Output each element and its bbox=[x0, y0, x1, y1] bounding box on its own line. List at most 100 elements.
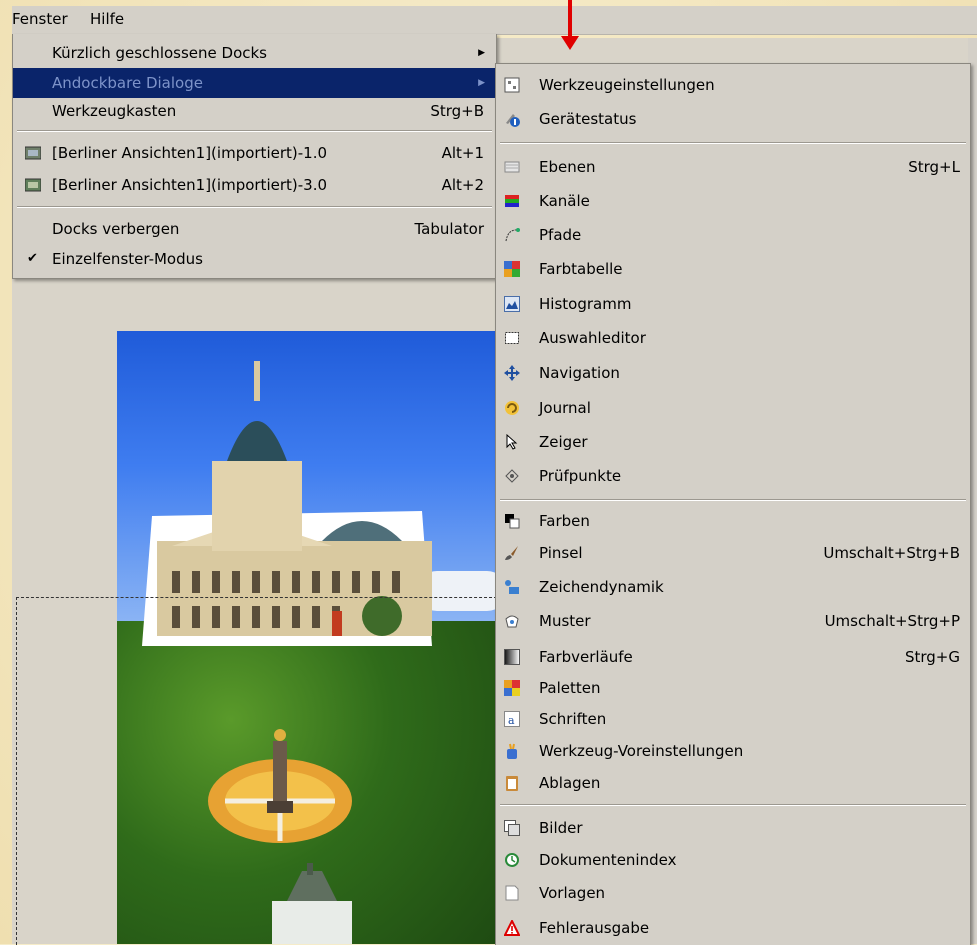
annotation-arrow-head bbox=[561, 36, 579, 50]
menu-item-label: Histogramm bbox=[539, 295, 632, 313]
menu-item-dockable-dialogs[interactable]: Andockbare Dialoge ▶ bbox=[13, 68, 496, 98]
menu-item-error-console[interactable]: Fehlerausgabe bbox=[496, 913, 970, 943]
menu-item-shortcut: Alt+1 bbox=[441, 144, 484, 162]
menu-separator bbox=[500, 804, 966, 806]
menu-item-label: Einzelfenster-Modus bbox=[52, 250, 203, 268]
submenu-arrow-icon: ▶ bbox=[478, 78, 485, 88]
selection-marquee bbox=[16, 597, 497, 945]
menu-item-image-1[interactable]: [Berliner Ansichten1](importiert)-1.0 Al… bbox=[13, 138, 496, 168]
fenster-menu: Kürzlich geschlossene Docks ▶ Andockbare… bbox=[12, 34, 497, 279]
menu-item-paint-dynamics[interactable]: Zeichendynamik bbox=[496, 572, 970, 602]
buffers-icon bbox=[506, 776, 518, 791]
menu-item-tool-presets[interactable]: Werkzeug-Voreinstellungen bbox=[496, 736, 970, 766]
menu-item-single-window-mode[interactable]: ✔ Einzelfenster-Modus bbox=[13, 244, 496, 274]
navigation-icon bbox=[504, 365, 520, 381]
menu-item-label: Ablagen bbox=[539, 774, 601, 792]
menu-item-brushes[interactable]: Pinsel Umschalt+Strg+B bbox=[496, 538, 970, 568]
device-status-icon bbox=[506, 114, 520, 127]
menu-item-templates[interactable]: Vorlagen bbox=[496, 878, 970, 908]
error-console-icon bbox=[504, 920, 520, 936]
menu-item-hide-docks[interactable]: Docks verbergen Tabulator bbox=[13, 214, 496, 244]
menu-separator bbox=[17, 130, 492, 132]
menu-item-tool-options[interactable]: Werkzeugeinstellungen bbox=[496, 70, 970, 100]
menu-item-images[interactable]: Bilder bbox=[496, 813, 970, 843]
menu-fenster[interactable]: Fenster bbox=[12, 10, 68, 28]
menu-item-label: Schriften bbox=[539, 710, 607, 728]
menu-item-undo-history[interactable]: Journal bbox=[496, 393, 970, 423]
menu-item-navigation[interactable]: Navigation bbox=[496, 358, 970, 388]
menu-item-label: Kanäle bbox=[539, 192, 590, 210]
colormap-icon bbox=[504, 261, 520, 277]
menu-item-fonts[interactable]: a Schriften bbox=[496, 704, 970, 734]
menu-item-label: Zeichendynamik bbox=[539, 578, 664, 596]
menu-item-colormap[interactable]: Farbtabelle bbox=[496, 254, 970, 284]
tool-presets-icon bbox=[507, 743, 517, 759]
menu-item-label: Werkzeugkasten bbox=[52, 102, 177, 120]
menu-item-label: Werkzeug-Voreinstellungen bbox=[539, 742, 744, 760]
menu-separator bbox=[17, 206, 492, 208]
paths-icon bbox=[505, 228, 520, 242]
layers-icon bbox=[504, 161, 520, 173]
menu-item-sample-points[interactable]: Prüfpunkte bbox=[496, 461, 970, 491]
menu-item-palettes[interactable]: Paletten bbox=[496, 673, 970, 703]
menubar: Fenster Hilfe bbox=[12, 6, 977, 35]
menu-item-label: Zeiger bbox=[539, 433, 588, 451]
menu-item-label: Gerätestatus bbox=[539, 110, 637, 128]
annotation-arrow-shaft bbox=[568, 0, 572, 40]
menu-item-toolbox[interactable]: Werkzeugkasten Strg+B bbox=[13, 96, 496, 126]
menu-item-label: Fehlerausgabe bbox=[539, 919, 650, 937]
menu-item-label: Farbtabelle bbox=[539, 260, 623, 278]
svg-text:a: a bbox=[508, 714, 515, 727]
menu-item-shortcut: Alt+2 bbox=[441, 176, 484, 194]
menu-item-shortcut: Tabulator bbox=[414, 220, 485, 238]
menu-hilfe[interactable]: Hilfe bbox=[90, 10, 124, 28]
menu-item-histogram[interactable]: Histogramm bbox=[496, 289, 970, 319]
menu-item-recently-closed-docks[interactable]: Kürzlich geschlossene Docks ▶ bbox=[13, 38, 496, 68]
images-icon bbox=[504, 820, 520, 836]
menu-item-gradients[interactable]: Farbverläufe Strg+G bbox=[496, 642, 970, 672]
menu-item-label: Prüfpunkte bbox=[539, 467, 622, 485]
gradient-icon bbox=[504, 649, 520, 665]
annotation-arrow bbox=[561, 0, 579, 52]
menu-item-pointer[interactable]: Zeiger bbox=[496, 427, 970, 457]
menu-item-shortcut: Umschalt+Strg+P bbox=[824, 612, 960, 630]
menu-item-document-history[interactable]: Dokumentenindex bbox=[496, 845, 970, 875]
menu-item-label: Dokumentenindex bbox=[539, 851, 677, 869]
menu-item-patterns[interactable]: Muster Umschalt+Strg+P bbox=[496, 606, 970, 636]
templates-icon bbox=[505, 885, 519, 901]
menu-item-paths[interactable]: Pfade bbox=[496, 220, 970, 250]
menu-item-label: Pfade bbox=[539, 226, 582, 244]
menu-item-image-2[interactable]: [Berliner Ansichten1](importiert)-3.0 Al… bbox=[13, 170, 496, 200]
menu-item-colors[interactable]: Farben bbox=[496, 506, 970, 536]
menu-item-label: [Berliner Ansichten1](importiert)-3.0 bbox=[52, 176, 328, 194]
undo-history-icon bbox=[505, 401, 519, 415]
menu-item-shortcut: Strg+L bbox=[908, 158, 960, 176]
menu-item-label: Andockbare Dialoge bbox=[52, 74, 203, 92]
menu-item-selection-editor[interactable]: Auswahleditor bbox=[496, 323, 970, 353]
tool-options-icon bbox=[504, 77, 520, 93]
paint-dynamics-icon bbox=[505, 580, 519, 594]
menu-item-device-status[interactable]: Gerätestatus bbox=[496, 104, 970, 134]
menu-separator bbox=[500, 499, 966, 501]
menu-item-label: Auswahleditor bbox=[539, 329, 646, 347]
menu-item-buffers[interactable]: Ablagen bbox=[496, 768, 970, 798]
image-thumbnail-icon bbox=[25, 146, 41, 160]
checkmark-icon: ✔ bbox=[27, 251, 38, 266]
pattern-icon bbox=[505, 615, 519, 628]
selection-editor-icon bbox=[505, 332, 519, 344]
document-history-icon bbox=[505, 853, 519, 867]
menu-item-label: Journal bbox=[539, 399, 591, 417]
dockable-dialogs-submenu: Werkzeugeinstellungen Gerätestatus Ebene… bbox=[495, 63, 971, 945]
menu-item-label: Paletten bbox=[539, 679, 601, 697]
palette-icon bbox=[504, 680, 520, 696]
menu-item-layers[interactable]: Ebenen Strg+L bbox=[496, 152, 970, 182]
menu-item-label: Docks verbergen bbox=[52, 220, 180, 238]
menu-item-label: [Berliner Ansichten1](importiert)-1.0 bbox=[52, 144, 328, 162]
submenu-arrow-icon: ▶ bbox=[478, 48, 485, 58]
brush-icon bbox=[505, 546, 518, 560]
menu-item-channels[interactable]: Kanäle bbox=[496, 186, 970, 216]
menu-item-label: Farbverläufe bbox=[539, 648, 633, 666]
menu-item-label: Muster bbox=[539, 612, 591, 630]
menu-item-label: Farben bbox=[539, 512, 590, 530]
sample-points-icon bbox=[505, 469, 519, 483]
